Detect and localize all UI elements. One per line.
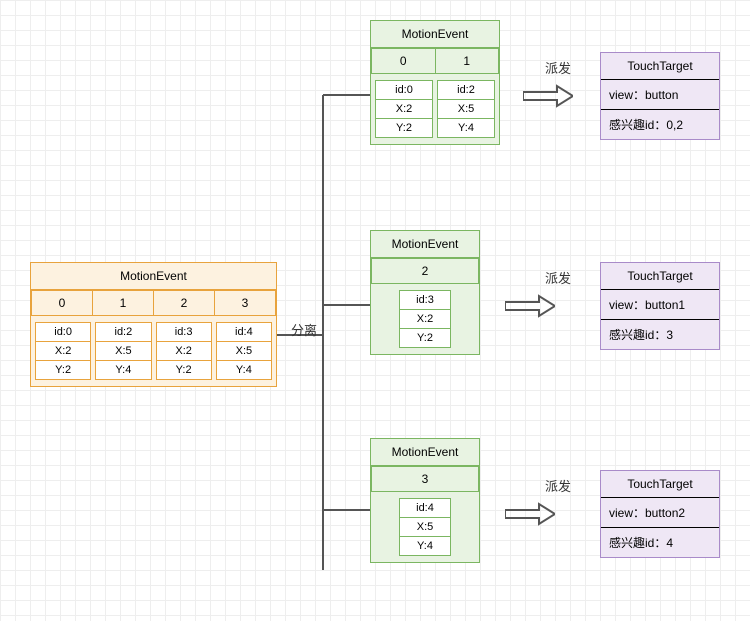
target-ids: 感兴趣id：4	[601, 528, 719, 557]
split-motion-event-2: MotionEvent 2 id:3 X:2 Y:2	[370, 230, 480, 355]
pointer-cell: id:0 X:2 Y:2	[35, 322, 91, 380]
touch-target-2: TouchTarget view：button1 感兴趣id：3	[600, 262, 720, 350]
split-title: MotionEvent	[371, 231, 479, 258]
touch-target-3: TouchTarget view：button2 感兴趣id：4	[600, 470, 720, 558]
touch-target-1: TouchTarget view：button 感兴趣id：0,2	[600, 52, 720, 140]
source-pointers: id:0 X:2 Y:2 id:2 X:5 Y:4 id:3 X:2 Y:2 i…	[31, 316, 276, 386]
arrow-icon	[523, 84, 573, 108]
target-title: TouchTarget	[601, 53, 719, 80]
pointer-cell: id:4 X:5 Y:4	[399, 498, 451, 556]
pointer-cell: id:3 X:2 Y:2	[399, 290, 451, 348]
target-view: view：button	[601, 80, 719, 110]
split-title: MotionEvent	[371, 21, 499, 48]
target-title: TouchTarget	[601, 263, 719, 290]
split-title: MotionEvent	[371, 439, 479, 466]
arrow-icon	[505, 502, 555, 526]
source-columns: 0 1 2 3	[31, 290, 276, 316]
target-view: view：button2	[601, 498, 719, 528]
dispatch-label-2: 派发	[545, 268, 571, 287]
split-motion-event-3: MotionEvent 3 id:4 X:5 Y:4	[370, 438, 480, 563]
target-ids: 感兴趣id：0,2	[601, 110, 719, 139]
pointer-cell: id:3 X:2 Y:2	[156, 322, 212, 380]
pointer-cell: id:2 X:5 Y:4	[95, 322, 151, 380]
split-motion-event-1: MotionEvent 0 1 id:0 X:2 Y:2 id:2 X:5 Y:…	[370, 20, 500, 145]
target-title: TouchTarget	[601, 471, 719, 498]
pointer-cell: id:0 X:2 Y:2	[375, 80, 433, 138]
dispatch-label-1: 派发	[545, 58, 571, 77]
target-view: view：button1	[601, 290, 719, 320]
pointer-cell: id:2 X:5 Y:4	[437, 80, 495, 138]
dispatch-label-3: 派发	[545, 476, 571, 495]
source-title: MotionEvent	[31, 263, 276, 290]
target-ids: 感兴趣id：3	[601, 320, 719, 349]
split-label: 分离	[291, 320, 317, 339]
arrow-icon	[505, 294, 555, 318]
source-motion-event: MotionEvent 0 1 2 3 id:0 X:2 Y:2 id:2 X:…	[30, 262, 277, 387]
pointer-cell: id:4 X:5 Y:4	[216, 322, 272, 380]
